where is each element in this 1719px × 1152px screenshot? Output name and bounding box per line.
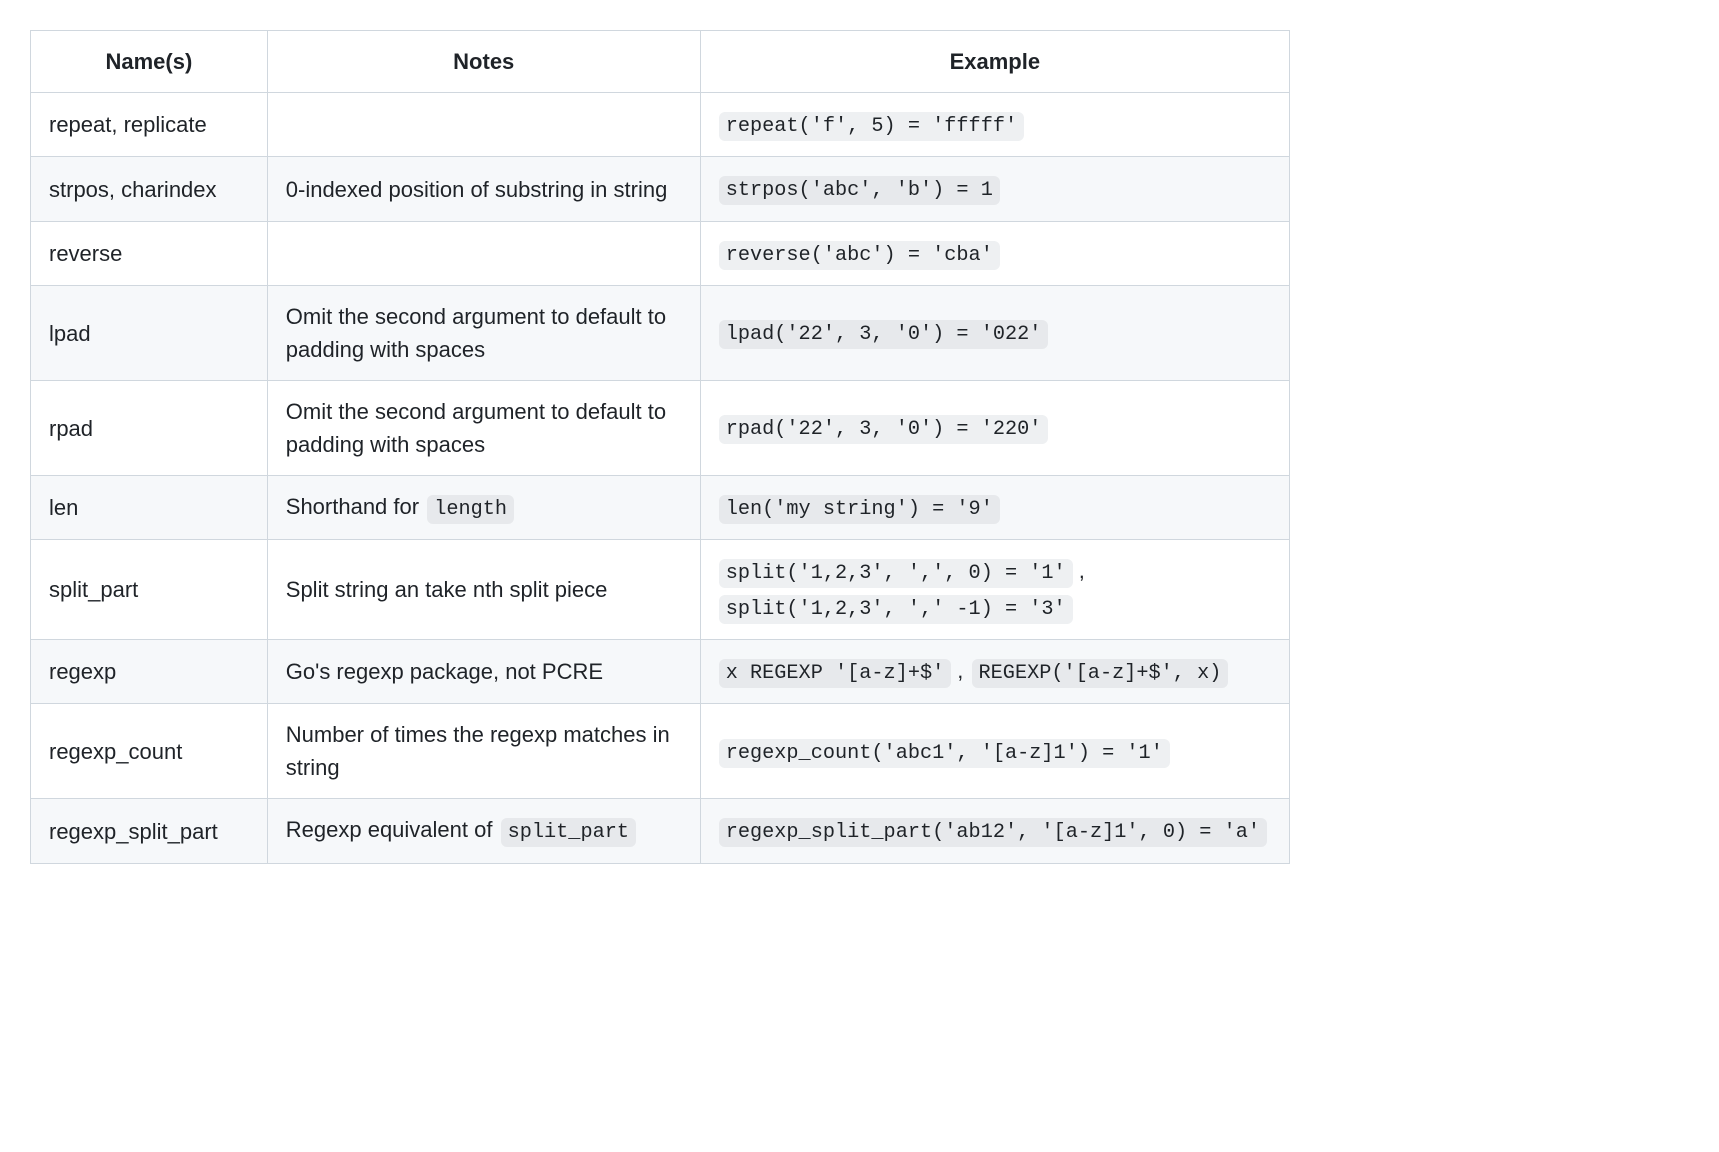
table-row: lenShorthand for lengthlen('my string') … xyxy=(31,476,1290,540)
cell-example: len('my string') = '9' xyxy=(700,476,1289,540)
cell-name: regexp_split_part xyxy=(31,799,268,863)
cell-notes: Regexp equivalent of split_part xyxy=(267,799,700,863)
table-row: split_partSplit string an take nth split… xyxy=(31,540,1290,640)
cell-example: split('1,2,3', ',', 0) = '1', split('1,2… xyxy=(700,540,1289,640)
notes-text: Regexp equivalent of xyxy=(286,817,499,842)
cell-name: regexp_count xyxy=(31,704,268,799)
cell-example: x REGEXP '[a-z]+$', REGEXP('[a-z]+$', x) xyxy=(700,640,1289,704)
example-code: split('1,2,3', ',' -1) = '3' xyxy=(719,595,1073,624)
example-separator: , xyxy=(1079,558,1085,583)
cell-notes: Omit the second argument to default to p… xyxy=(267,381,700,476)
table-row: regexp_split_partRegexp equivalent of sp… xyxy=(31,799,1290,863)
example-code: repeat('f', 5) = 'fffff' xyxy=(719,112,1024,141)
notes-text: Shorthand for xyxy=(286,494,425,519)
cell-name: strpos, charindex xyxy=(31,157,268,221)
example-code: REGEXP('[a-z]+$', x) xyxy=(972,659,1229,688)
example-separator: , xyxy=(957,658,969,683)
cell-example: regexp_count('abc1', '[a-z]1') = '1' xyxy=(700,704,1289,799)
cell-example: rpad('22', 3, '0') = '220' xyxy=(700,381,1289,476)
example-code: split('1,2,3', ',', 0) = '1' xyxy=(719,559,1073,588)
cell-name: rpad xyxy=(31,381,268,476)
example-code: strpos('abc', 'b') = 1 xyxy=(719,176,1000,205)
table-row: reverse reverse('abc') = 'cba' xyxy=(31,221,1290,285)
cell-name: len xyxy=(31,476,268,540)
notes-code: split_part xyxy=(501,818,636,847)
table-row: regexpGo's regexp package, not PCREx REG… xyxy=(31,640,1290,704)
example-code: x REGEXP '[a-z]+$' xyxy=(719,659,952,688)
cell-notes: 0-indexed position of substring in strin… xyxy=(267,157,700,221)
cell-example: lpad('22', 3, '0') = '022' xyxy=(700,286,1289,381)
notes-code: length xyxy=(427,495,514,524)
cell-example: regexp_split_part('ab12', '[a-z]1', 0) =… xyxy=(700,799,1289,863)
cell-notes xyxy=(267,93,700,157)
header-example: Example xyxy=(700,31,1289,93)
table-row: repeat, replicate repeat('f', 5) = 'fffff… xyxy=(31,93,1290,157)
cell-notes: Number of times the regexp matches in st… xyxy=(267,704,700,799)
example-code: rpad('22', 3, '0') = '220' xyxy=(719,415,1049,444)
table-body: repeat, replicate repeat('f', 5) = 'fffff… xyxy=(31,93,1290,864)
cell-notes xyxy=(267,221,700,285)
table-row: regexp_countNumber of times the regexp m… xyxy=(31,704,1290,799)
example-code: reverse('abc') = 'cba' xyxy=(719,241,1000,270)
cell-name: split_part xyxy=(31,540,268,640)
table-row: lpadOmit the second argument to default … xyxy=(31,286,1290,381)
example-code: lpad('22', 3, '0') = '022' xyxy=(719,320,1049,349)
example-code: regexp_split_part('ab12', '[a-z]1', 0) =… xyxy=(719,818,1267,847)
cell-name: regexp xyxy=(31,640,268,704)
table-row: strpos, charindex0-indexed position of s… xyxy=(31,157,1290,221)
reference-table: Name(s) Notes Example repeat, replicater… xyxy=(30,30,1290,864)
example-code: len('my string') = '9' xyxy=(719,495,1000,524)
cell-notes: Split string an take nth split piece xyxy=(267,540,700,640)
cell-name: reverse xyxy=(31,221,268,285)
example-code: regexp_count('abc1', '[a-z]1') = '1' xyxy=(719,739,1170,768)
cell-notes: Shorthand for length xyxy=(267,476,700,540)
cell-example: repeat('f', 5) = 'fffff' xyxy=(700,93,1289,157)
header-row: Name(s) Notes Example xyxy=(31,31,1290,93)
cell-name: repeat, replicate xyxy=(31,93,268,157)
cell-example: strpos('abc', 'b') = 1 xyxy=(700,157,1289,221)
header-name: Name(s) xyxy=(31,31,268,93)
table-row: rpadOmit the second argument to default … xyxy=(31,381,1290,476)
cell-name: lpad xyxy=(31,286,268,381)
header-notes: Notes xyxy=(267,31,700,93)
cell-notes: Go's regexp package, not PCRE xyxy=(267,640,700,704)
cell-notes: Omit the second argument to default to p… xyxy=(267,286,700,381)
cell-example: reverse('abc') = 'cba' xyxy=(700,221,1289,285)
